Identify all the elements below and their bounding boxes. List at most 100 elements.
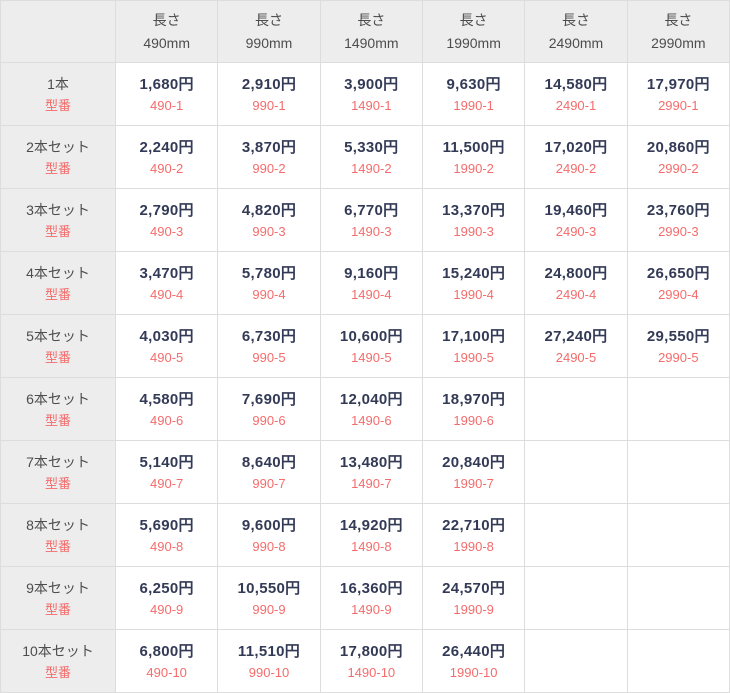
length-value: 1490mm bbox=[321, 32, 422, 55]
model-code: 1490-6 bbox=[321, 411, 422, 431]
price-cell: 5,780円990-4 bbox=[218, 252, 320, 315]
table-row-7: 7本セット型番 5,140円490-7 8,640円990-7 13,480円1… bbox=[1, 441, 730, 504]
price-value: 2,910円 bbox=[218, 73, 319, 96]
price-cell: 10,550円990-9 bbox=[218, 567, 320, 630]
corner-cell bbox=[1, 1, 116, 63]
model-code: 2990-5 bbox=[628, 348, 729, 368]
price-cell: 14,580円2490-1 bbox=[525, 63, 627, 126]
model-code: 490-5 bbox=[116, 348, 217, 368]
price-cell: 6,250円490-9 bbox=[116, 567, 218, 630]
model-code: 990-7 bbox=[218, 474, 319, 494]
price-cell: 13,370円1990-3 bbox=[422, 189, 524, 252]
price-cell: 3,900円1490-1 bbox=[320, 63, 422, 126]
price-value: 10,600円 bbox=[321, 325, 422, 348]
model-number-label: 型番 bbox=[1, 96, 115, 116]
price-value: 17,020円 bbox=[525, 136, 626, 159]
model-code: 1490-9 bbox=[321, 600, 422, 620]
price-value: 24,800円 bbox=[525, 262, 626, 285]
model-code: 490-7 bbox=[116, 474, 217, 494]
price-cell: 9,630円1990-1 bbox=[422, 63, 524, 126]
model-code: 2490-1 bbox=[525, 96, 626, 116]
model-code: 1990-8 bbox=[423, 537, 524, 557]
model-code: 1990-3 bbox=[423, 222, 524, 242]
price-value: 2,790円 bbox=[116, 199, 217, 222]
header-row: 長さ490mm 長さ990mm 長さ1490mm 長さ1990mm 長さ2490… bbox=[1, 1, 730, 63]
price-value: 9,160円 bbox=[321, 262, 422, 285]
price-cell: 17,020円2490-2 bbox=[525, 126, 627, 189]
price-cell: 10,600円1490-5 bbox=[320, 315, 422, 378]
table-row-2: 2本セット型番 2,240円490-2 3,870円990-2 5,330円14… bbox=[1, 126, 730, 189]
price-cell: 3,470円490-4 bbox=[116, 252, 218, 315]
model-code: 490-10 bbox=[116, 663, 217, 683]
price-value: 6,770円 bbox=[321, 199, 422, 222]
length-title: 長さ bbox=[218, 9, 319, 32]
price-cell: 17,100円1990-5 bbox=[422, 315, 524, 378]
quantity-label: 4本セット bbox=[1, 262, 115, 285]
model-code: 990-6 bbox=[218, 411, 319, 431]
row-header: 3本セット型番 bbox=[1, 189, 116, 252]
length-value: 990mm bbox=[218, 32, 319, 55]
empty-cell bbox=[525, 504, 627, 567]
length-title: 長さ bbox=[628, 9, 729, 32]
price-value: 6,730円 bbox=[218, 325, 319, 348]
model-code: 2990-2 bbox=[628, 159, 729, 179]
empty-cell bbox=[627, 504, 729, 567]
price-cell: 3,870円990-2 bbox=[218, 126, 320, 189]
price-value: 6,250円 bbox=[116, 577, 217, 600]
price-cell: 8,640円990-7 bbox=[218, 441, 320, 504]
quantity-label: 2本セット bbox=[1, 136, 115, 159]
model-number-label: 型番 bbox=[1, 663, 115, 683]
price-value: 4,580円 bbox=[116, 388, 217, 411]
model-code: 1490-1 bbox=[321, 96, 422, 116]
model-code: 1490-7 bbox=[321, 474, 422, 494]
price-value: 15,240円 bbox=[423, 262, 524, 285]
price-value: 3,870円 bbox=[218, 136, 319, 159]
model-code: 2490-2 bbox=[525, 159, 626, 179]
price-value: 9,600円 bbox=[218, 514, 319, 537]
price-cell: 9,160円1490-4 bbox=[320, 252, 422, 315]
price-cell: 9,600円990-8 bbox=[218, 504, 320, 567]
price-value: 12,040円 bbox=[321, 388, 422, 411]
model-code: 1990-5 bbox=[423, 348, 524, 368]
model-code: 1990-10 bbox=[423, 663, 524, 683]
price-cell: 14,920円1490-8 bbox=[320, 504, 422, 567]
model-code: 490-4 bbox=[116, 285, 217, 305]
empty-cell bbox=[627, 630, 729, 693]
model-code: 1490-10 bbox=[321, 663, 422, 683]
price-cell: 11,500円1990-2 bbox=[422, 126, 524, 189]
empty-cell bbox=[525, 630, 627, 693]
length-value: 2490mm bbox=[525, 32, 626, 55]
model-code: 2990-4 bbox=[628, 285, 729, 305]
empty-cell bbox=[627, 567, 729, 630]
table-row-9: 9本セット型番 6,250円490-9 10,550円990-9 16,360円… bbox=[1, 567, 730, 630]
price-cell: 26,440円1990-10 bbox=[422, 630, 524, 693]
price-cell: 12,040円1490-6 bbox=[320, 378, 422, 441]
price-value: 7,690円 bbox=[218, 388, 319, 411]
table-row-1: 1本型番 1,680円490-1 2,910円990-1 3,900円1490-… bbox=[1, 63, 730, 126]
length-value: 490mm bbox=[116, 32, 217, 55]
model-code: 1490-8 bbox=[321, 537, 422, 557]
length-title: 長さ bbox=[321, 9, 422, 32]
price-value: 5,690円 bbox=[116, 514, 217, 537]
model-code: 490-8 bbox=[116, 537, 217, 557]
column-header-1990: 長さ1990mm bbox=[422, 1, 524, 63]
price-cell: 20,860円2990-2 bbox=[627, 126, 729, 189]
table-row-3: 3本セット型番 2,790円490-3 4,820円990-3 6,770円14… bbox=[1, 189, 730, 252]
row-header: 10本セット型番 bbox=[1, 630, 116, 693]
price-cell: 7,690円990-6 bbox=[218, 378, 320, 441]
price-value: 26,440円 bbox=[423, 640, 524, 663]
model-code: 490-6 bbox=[116, 411, 217, 431]
quantity-label: 10本セット bbox=[1, 640, 115, 663]
price-value: 4,030円 bbox=[116, 325, 217, 348]
price-value: 4,820円 bbox=[218, 199, 319, 222]
model-code: 990-9 bbox=[218, 600, 319, 620]
model-code: 990-4 bbox=[218, 285, 319, 305]
price-value: 19,460円 bbox=[525, 199, 626, 222]
model-code: 2490-5 bbox=[525, 348, 626, 368]
model-code: 1490-2 bbox=[321, 159, 422, 179]
price-value: 5,140円 bbox=[116, 451, 217, 474]
price-value: 13,370円 bbox=[423, 199, 524, 222]
price-table: 長さ490mm 長さ990mm 長さ1490mm 長さ1990mm 長さ2490… bbox=[0, 0, 730, 693]
price-cell: 17,970円2990-1 bbox=[627, 63, 729, 126]
price-cell: 22,710円1990-8 bbox=[422, 504, 524, 567]
